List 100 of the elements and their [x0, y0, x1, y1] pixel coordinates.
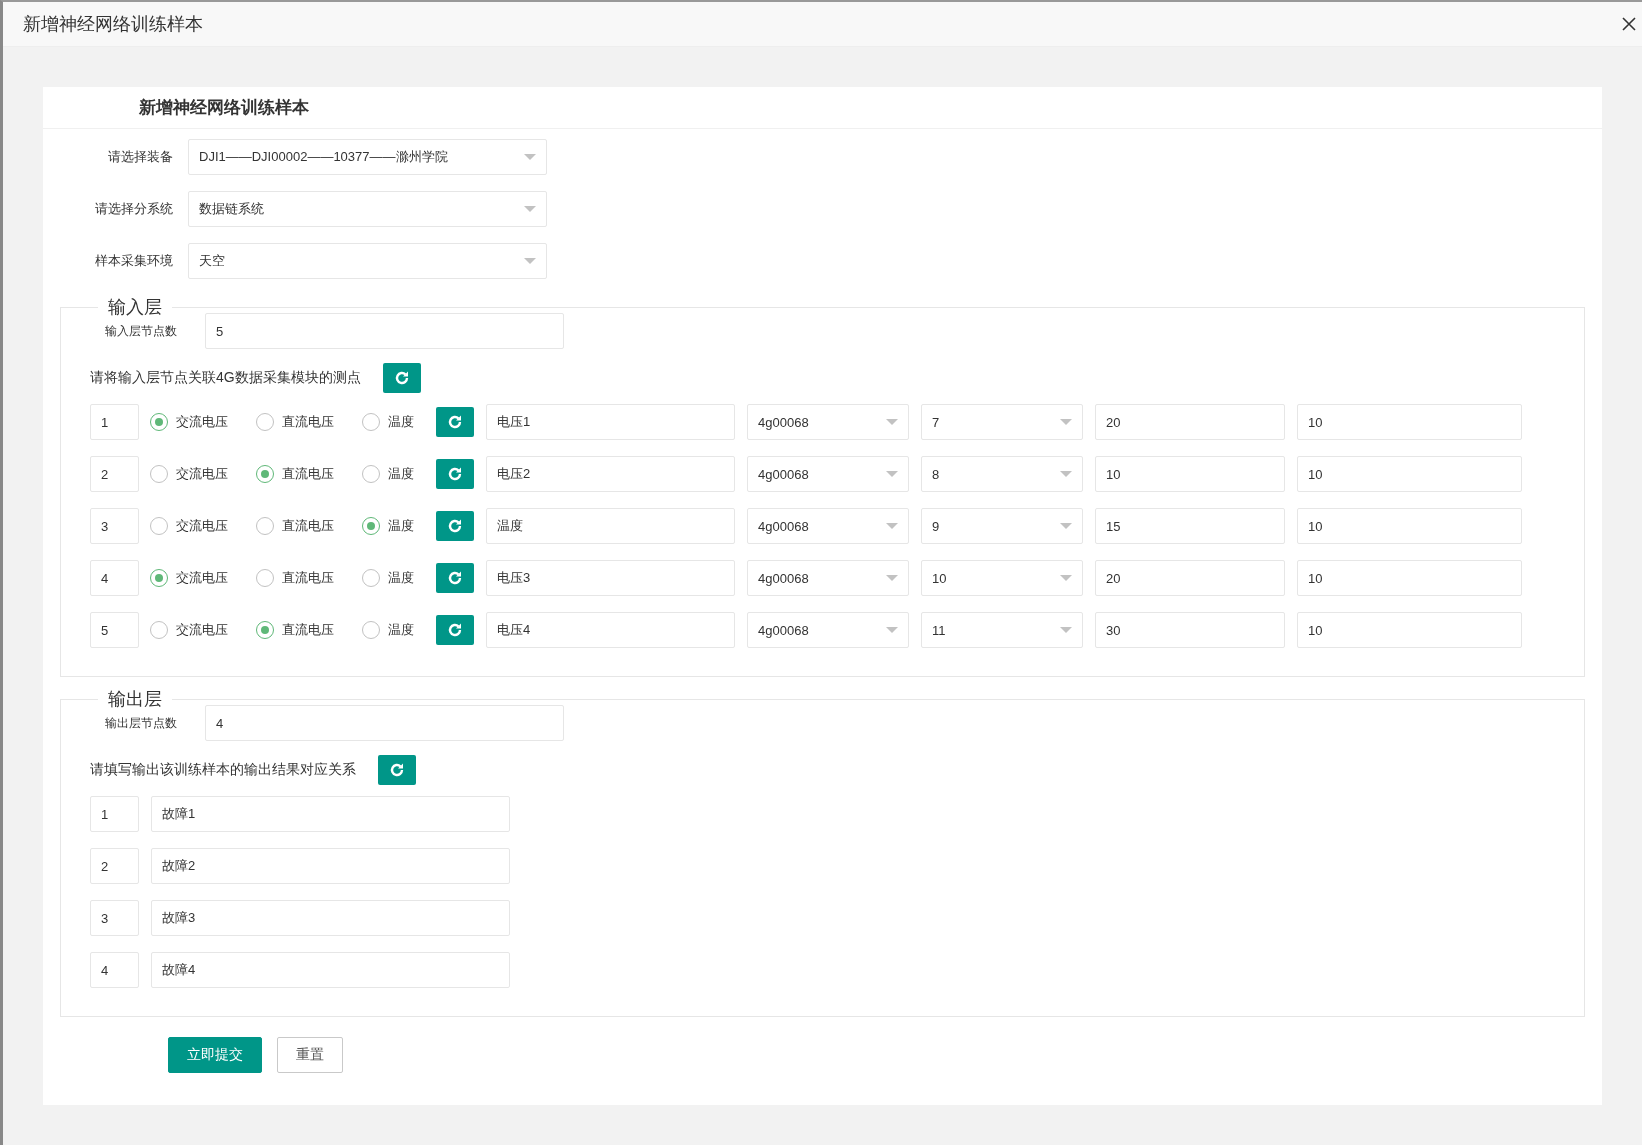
- input-field[interactable]: 20: [1095, 404, 1285, 440]
- input-field[interactable]: 3: [90, 508, 139, 544]
- field-label: 请选择装备: [107, 148, 174, 166]
- input-field[interactable]: 1: [90, 796, 139, 832]
- input-field[interactable]: 10: [1297, 404, 1522, 440]
- select-field[interactable]: 4g00068: [747, 612, 909, 648]
- refresh-button[interactable]: [382, 363, 421, 393]
- radio-button[interactable]: [150, 569, 168, 587]
- input-field[interactable]: 2: [90, 848, 139, 884]
- refresh-button[interactable]: [436, 407, 474, 437]
- caret-icon: [886, 523, 898, 529]
- select-field[interactable]: 4g00068: [747, 404, 909, 440]
- refresh-button[interactable]: [378, 755, 416, 785]
- refresh-icon: [393, 370, 410, 386]
- caret-icon: [524, 258, 536, 264]
- refresh-button[interactable]: [436, 459, 474, 489]
- select-field[interactable]: 天空: [188, 243, 547, 279]
- caret-icon: [1060, 523, 1072, 529]
- input-field[interactable]: 故障2: [151, 848, 510, 884]
- caret-icon: [524, 206, 536, 212]
- select-field[interactable]: 4g00068: [747, 456, 909, 492]
- caret-icon: [1060, 471, 1072, 477]
- radio-label: 温度: [388, 465, 414, 483]
- refresh-icon: [447, 622, 463, 638]
- caret-icon: [524, 154, 536, 160]
- close-icon[interactable]: [1622, 17, 1636, 31]
- refresh-button[interactable]: [436, 511, 474, 541]
- radio-button[interactable]: [362, 465, 380, 483]
- section-legend: 输出层: [98, 687, 172, 711]
- refresh-button[interactable]: [436, 563, 474, 593]
- section-legend: 输入层: [98, 295, 172, 319]
- input-field[interactable]: 20: [1095, 560, 1285, 596]
- input-field[interactable]: 2: [90, 456, 139, 492]
- form-title: 新增神经网络训练样本: [43, 87, 1602, 129]
- input-field[interactable]: 5: [205, 313, 564, 349]
- select-field[interactable]: DJI1——DJI00002——10377——滁州学院: [188, 139, 547, 175]
- radio-button[interactable]: [362, 517, 380, 535]
- input-field[interactable]: 5: [90, 612, 139, 648]
- radio-button[interactable]: [150, 413, 168, 431]
- radio-button[interactable]: [256, 413, 274, 431]
- radio-button[interactable]: [256, 569, 274, 587]
- select-field[interactable]: 11: [921, 612, 1083, 648]
- radio-button[interactable]: [256, 465, 274, 483]
- input-field[interactable]: 30: [1095, 612, 1285, 648]
- select-field[interactable]: 4g00068: [747, 508, 909, 544]
- input-field[interactable]: 10: [1297, 456, 1522, 492]
- radio-label: 直流电压: [282, 413, 334, 431]
- radio-button[interactable]: [150, 621, 168, 639]
- field-label: 输入层节点数: [104, 322, 178, 340]
- input-field[interactable]: 10: [1297, 612, 1522, 648]
- input-field[interactable]: 4: [90, 560, 139, 596]
- prompt-text: 请将输入层节点关联4G数据采集模块的测点: [90, 369, 361, 387]
- radio-button[interactable]: [150, 465, 168, 483]
- input-field[interactable]: 故障1: [151, 796, 510, 832]
- radio-button[interactable]: [256, 621, 274, 639]
- select-field[interactable]: 7: [921, 404, 1083, 440]
- field-label: 样本采集环境: [94, 252, 174, 270]
- refresh-button[interactable]: [436, 615, 474, 645]
- input-field[interactable]: 4: [205, 705, 564, 741]
- radio-label: 交流电压: [176, 569, 228, 587]
- caret-icon: [886, 575, 898, 581]
- radio-label: 温度: [388, 621, 414, 639]
- field-label: 输出层节点数: [104, 714, 178, 732]
- select-field[interactable]: 数据链系统: [188, 191, 547, 227]
- radio-label: 交流电压: [176, 621, 228, 639]
- input-field[interactable]: 15: [1095, 508, 1285, 544]
- radio-label: 直流电压: [282, 569, 334, 587]
- caret-icon: [886, 471, 898, 477]
- input-field[interactable]: 4: [90, 952, 139, 988]
- caret-icon: [1060, 575, 1072, 581]
- radio-button[interactable]: [150, 517, 168, 535]
- input-field[interactable]: 电压3: [486, 560, 735, 596]
- radio-label: 温度: [388, 569, 414, 587]
- input-field[interactable]: 1: [90, 404, 139, 440]
- input-field[interactable]: 10: [1095, 456, 1285, 492]
- radio-button[interactable]: [362, 569, 380, 587]
- select-field[interactable]: 4g00068: [747, 560, 909, 596]
- input-field[interactable]: 10: [1297, 508, 1522, 544]
- refresh-icon: [447, 414, 463, 430]
- select-field[interactable]: 9: [921, 508, 1083, 544]
- select-field[interactable]: 10: [921, 560, 1083, 596]
- input-field[interactable]: 3: [90, 900, 139, 936]
- select-field[interactable]: 8: [921, 456, 1083, 492]
- dialog-title: 新增神经网络训练样本: [23, 13, 203, 36]
- input-field[interactable]: 电压2: [486, 456, 735, 492]
- reset-button[interactable]: 重置: [277, 1037, 343, 1073]
- radio-button[interactable]: [362, 621, 380, 639]
- input-field[interactable]: 电压1: [486, 404, 735, 440]
- radio-button[interactable]: [256, 517, 274, 535]
- caret-icon: [1060, 419, 1072, 425]
- refresh-icon: [447, 466, 463, 482]
- input-field[interactable]: 故障4: [151, 952, 510, 988]
- input-field[interactable]: 电压4: [486, 612, 735, 648]
- submit-button[interactable]: 立即提交: [168, 1037, 262, 1073]
- input-field[interactable]: 故障3: [151, 900, 510, 936]
- input-field[interactable]: 温度: [486, 508, 735, 544]
- input-field[interactable]: 10: [1297, 560, 1522, 596]
- radio-label: 交流电压: [176, 413, 228, 431]
- refresh-icon: [447, 570, 463, 586]
- radio-button[interactable]: [362, 413, 380, 431]
